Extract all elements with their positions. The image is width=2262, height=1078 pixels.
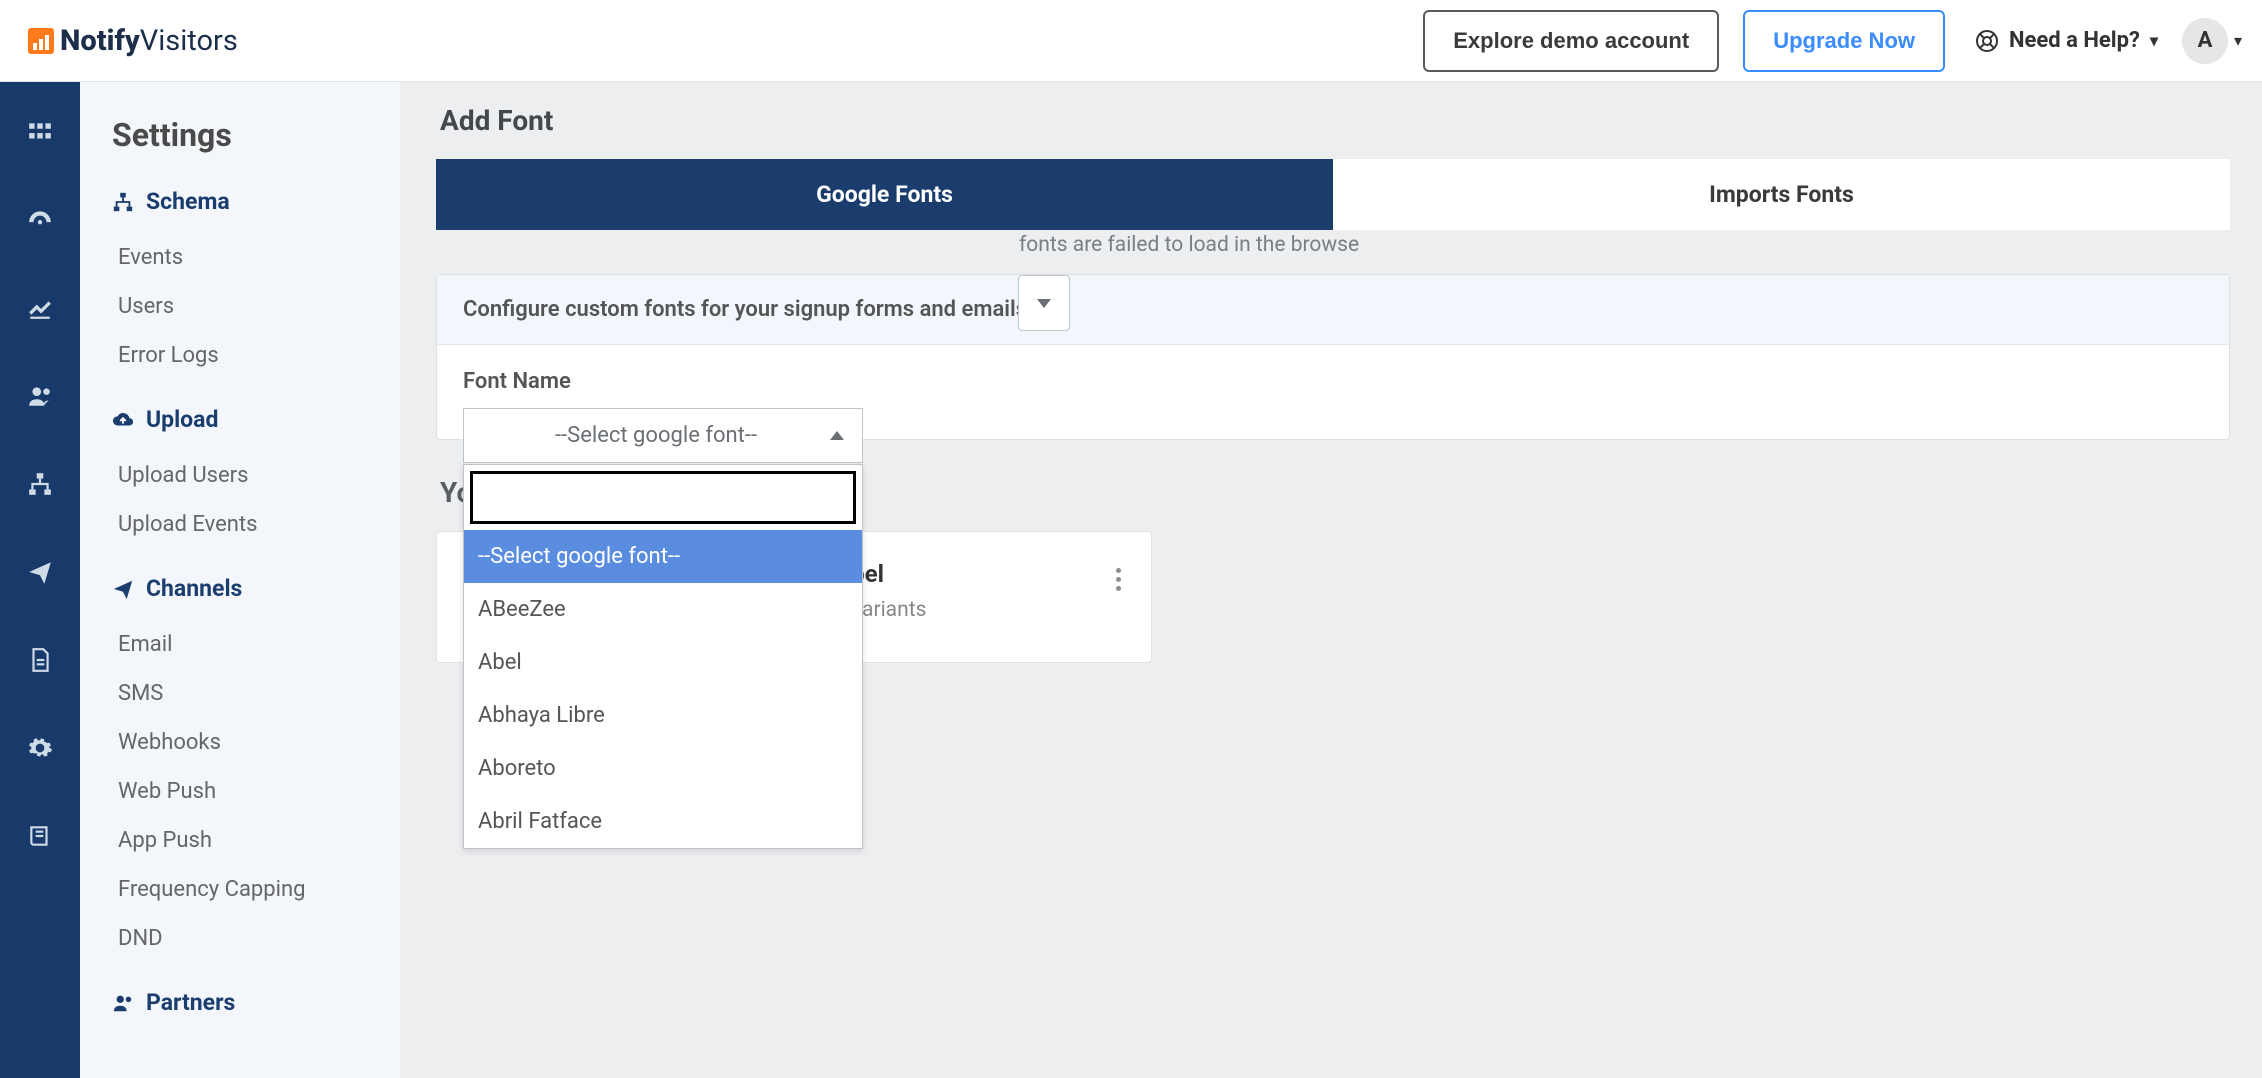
- font-option[interactable]: ABeeZee: [464, 583, 862, 636]
- tab-imports-fonts[interactable]: Imports Fonts: [1333, 159, 2230, 230]
- font-option[interactable]: Abel: [464, 636, 862, 689]
- brand-logo[interactable]: NotifyVisitors: [28, 24, 238, 58]
- font-name-label: Font Name: [463, 369, 2203, 394]
- sidebar-item-error-logs[interactable]: Error Logs: [112, 331, 372, 380]
- help-label: Need a Help?: [2009, 28, 2140, 53]
- rail-gauge-icon[interactable]: [26, 206, 54, 234]
- font-name-select[interactable]: --Select google font-- --Select google f…: [463, 408, 863, 463]
- sidebar-item-upload-events[interactable]: Upload Events: [112, 500, 372, 549]
- icon-rail: [0, 82, 80, 1078]
- font-option[interactable]: Abhaya Libre: [464, 689, 862, 742]
- user-avatar[interactable]: A: [2182, 18, 2228, 64]
- caret-up-icon: [830, 431, 844, 440]
- sidebar-item-events[interactable]: Events: [112, 233, 372, 282]
- chevron-down-icon: [1037, 299, 1051, 308]
- select-value: --Select google font--: [482, 423, 830, 448]
- rail-book-icon[interactable]: [26, 822, 54, 850]
- sidebar-item-webhooks[interactable]: Webhooks: [112, 718, 372, 767]
- brand-bold: Notify: [60, 24, 140, 58]
- settings-sidebar: Settings Schema EventsUsersError Logs Uplo…: [80, 82, 400, 1078]
- font-option[interactable]: Abril Fatface: [464, 795, 862, 848]
- font-search-input[interactable]: [470, 471, 856, 524]
- sidebar-section-schema[interactable]: Schema: [112, 188, 372, 215]
- sidebar-item-upload-users[interactable]: Upload Users: [112, 451, 372, 500]
- rail-plane-icon[interactable]: [26, 558, 54, 586]
- font-name-select-display[interactable]: --Select google font--: [463, 408, 863, 463]
- font-card-menu-button[interactable]: [1112, 560, 1125, 599]
- rail-grid-icon[interactable]: [26, 118, 54, 146]
- sidebar-item-web-push[interactable]: Web Push: [112, 767, 372, 816]
- page-title: Add Font: [440, 104, 2230, 137]
- rail-users-icon[interactable]: [26, 382, 54, 410]
- rail-chart-icon[interactable]: [26, 294, 54, 322]
- configure-fonts-panel: Configure custom fonts for your signup f…: [436, 274, 2230, 440]
- chevron-down-icon: ▾: [2150, 31, 2158, 50]
- lifebuoy-icon: [1975, 29, 1999, 53]
- upgrade-now-button[interactable]: Upgrade Now: [1743, 10, 1945, 72]
- sidebar-section-partners[interactable]: Partners: [112, 989, 372, 1016]
- sidebar-item-email[interactable]: Email: [112, 620, 372, 669]
- brand-thin: Visitors: [140, 24, 238, 58]
- font-option[interactable]: Aboreto: [464, 742, 862, 795]
- font-name-dropdown: --Select google font--ABeeZeeAbelAbhaya …: [463, 464, 863, 849]
- tab-google-fonts[interactable]: Google Fonts: [436, 159, 1333, 230]
- sidebar-item-dnd[interactable]: DND: [112, 914, 372, 963]
- rail-gear-icon[interactable]: [26, 734, 54, 762]
- user-menu-chevron-icon[interactable]: ▾: [2234, 31, 2242, 50]
- fallback-font-select[interactable]: [1018, 275, 1070, 331]
- sidebar-item-users[interactable]: Users: [112, 282, 372, 331]
- rail-file-icon[interactable]: [26, 646, 54, 674]
- explore-demo-button[interactable]: Explore demo account: [1423, 10, 1719, 72]
- rail-sitemap-icon[interactable]: [26, 470, 54, 498]
- fallback-hint-text: fonts are failed to load in the browse: [1019, 233, 2203, 257]
- content-area: Add Font Google Fonts Imports Fonts Conf…: [400, 82, 2262, 1078]
- font-option[interactable]: --Select google font--: [464, 530, 862, 583]
- sidebar-item-frequency-capping[interactable]: Frequency Capping: [112, 865, 372, 914]
- brand-icon: [28, 28, 54, 54]
- sidebar-section-channels[interactable]: Channels: [112, 575, 372, 602]
- sidebar-title: Settings: [112, 116, 372, 154]
- tabs-row: Google Fonts Imports Fonts: [436, 159, 2230, 230]
- sidebar-item-app-push[interactable]: App Push: [112, 816, 372, 865]
- sidebar-item-sms[interactable]: SMS: [112, 669, 372, 718]
- top-bar: NotifyVisitors Explore demo account Upgr…: [0, 0, 2262, 82]
- sidebar-section-upload[interactable]: Upload: [112, 406, 372, 433]
- need-help-link[interactable]: Need a Help? ▾: [1975, 28, 2158, 53]
